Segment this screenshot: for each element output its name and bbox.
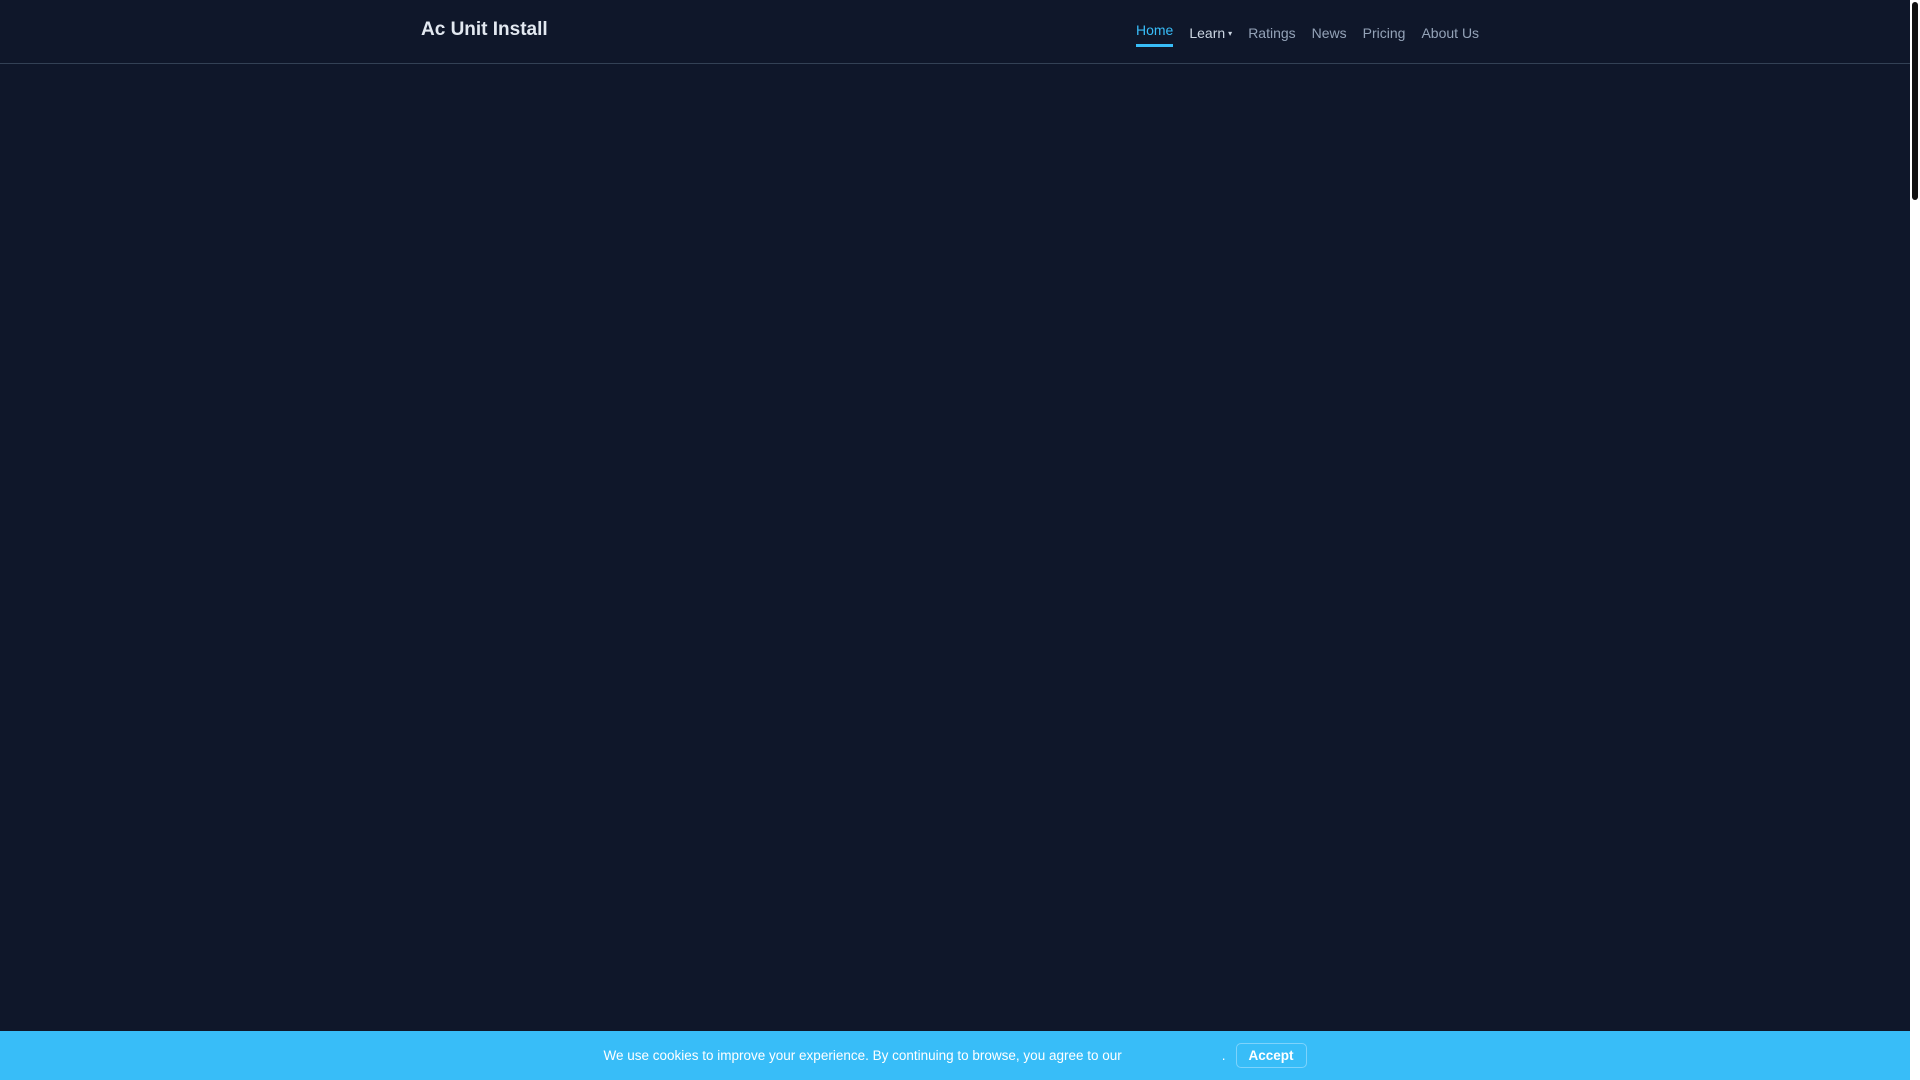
vertical-scrollbar[interactable]: [1910, 0, 1920, 1080]
nav-learn-label: Learn: [1189, 24, 1226, 41]
site-header: Ac Unit Install Home Learn ▾ Ratings News…: [0, 0, 1910, 64]
nav-ratings[interactable]: Ratings: [1248, 23, 1295, 41]
nav-learn[interactable]: Learn ▾: [1189, 23, 1232, 41]
nav-home[interactable]: Home: [1136, 22, 1174, 47]
page: Ac Unit Install Home Learn ▾ Ratings News…: [0, 0, 1910, 1080]
nav-about-us[interactable]: About Us: [1421, 23, 1479, 41]
cookie-text: We use cookies to improve your experienc…: [603, 1048, 1122, 1063]
accept-cookies-button[interactable]: Accept: [1235, 1043, 1307, 1068]
brand-logo[interactable]: Ac Unit Install: [421, 19, 548, 41]
nav-pricing[interactable]: Pricing: [1363, 23, 1406, 41]
scrollbar-thumb[interactable]: [1912, 2, 1918, 200]
chevron-down-icon: ▾: [1228, 29, 1233, 39]
nav-news[interactable]: News: [1312, 23, 1347, 41]
main-nav: Home Learn ▾ Ratings News Pricing About U…: [1136, 0, 1479, 63]
cookie-banner: We use cookies to improve your experienc…: [0, 1031, 1910, 1080]
cookie-period: .: [1221, 1048, 1226, 1063]
